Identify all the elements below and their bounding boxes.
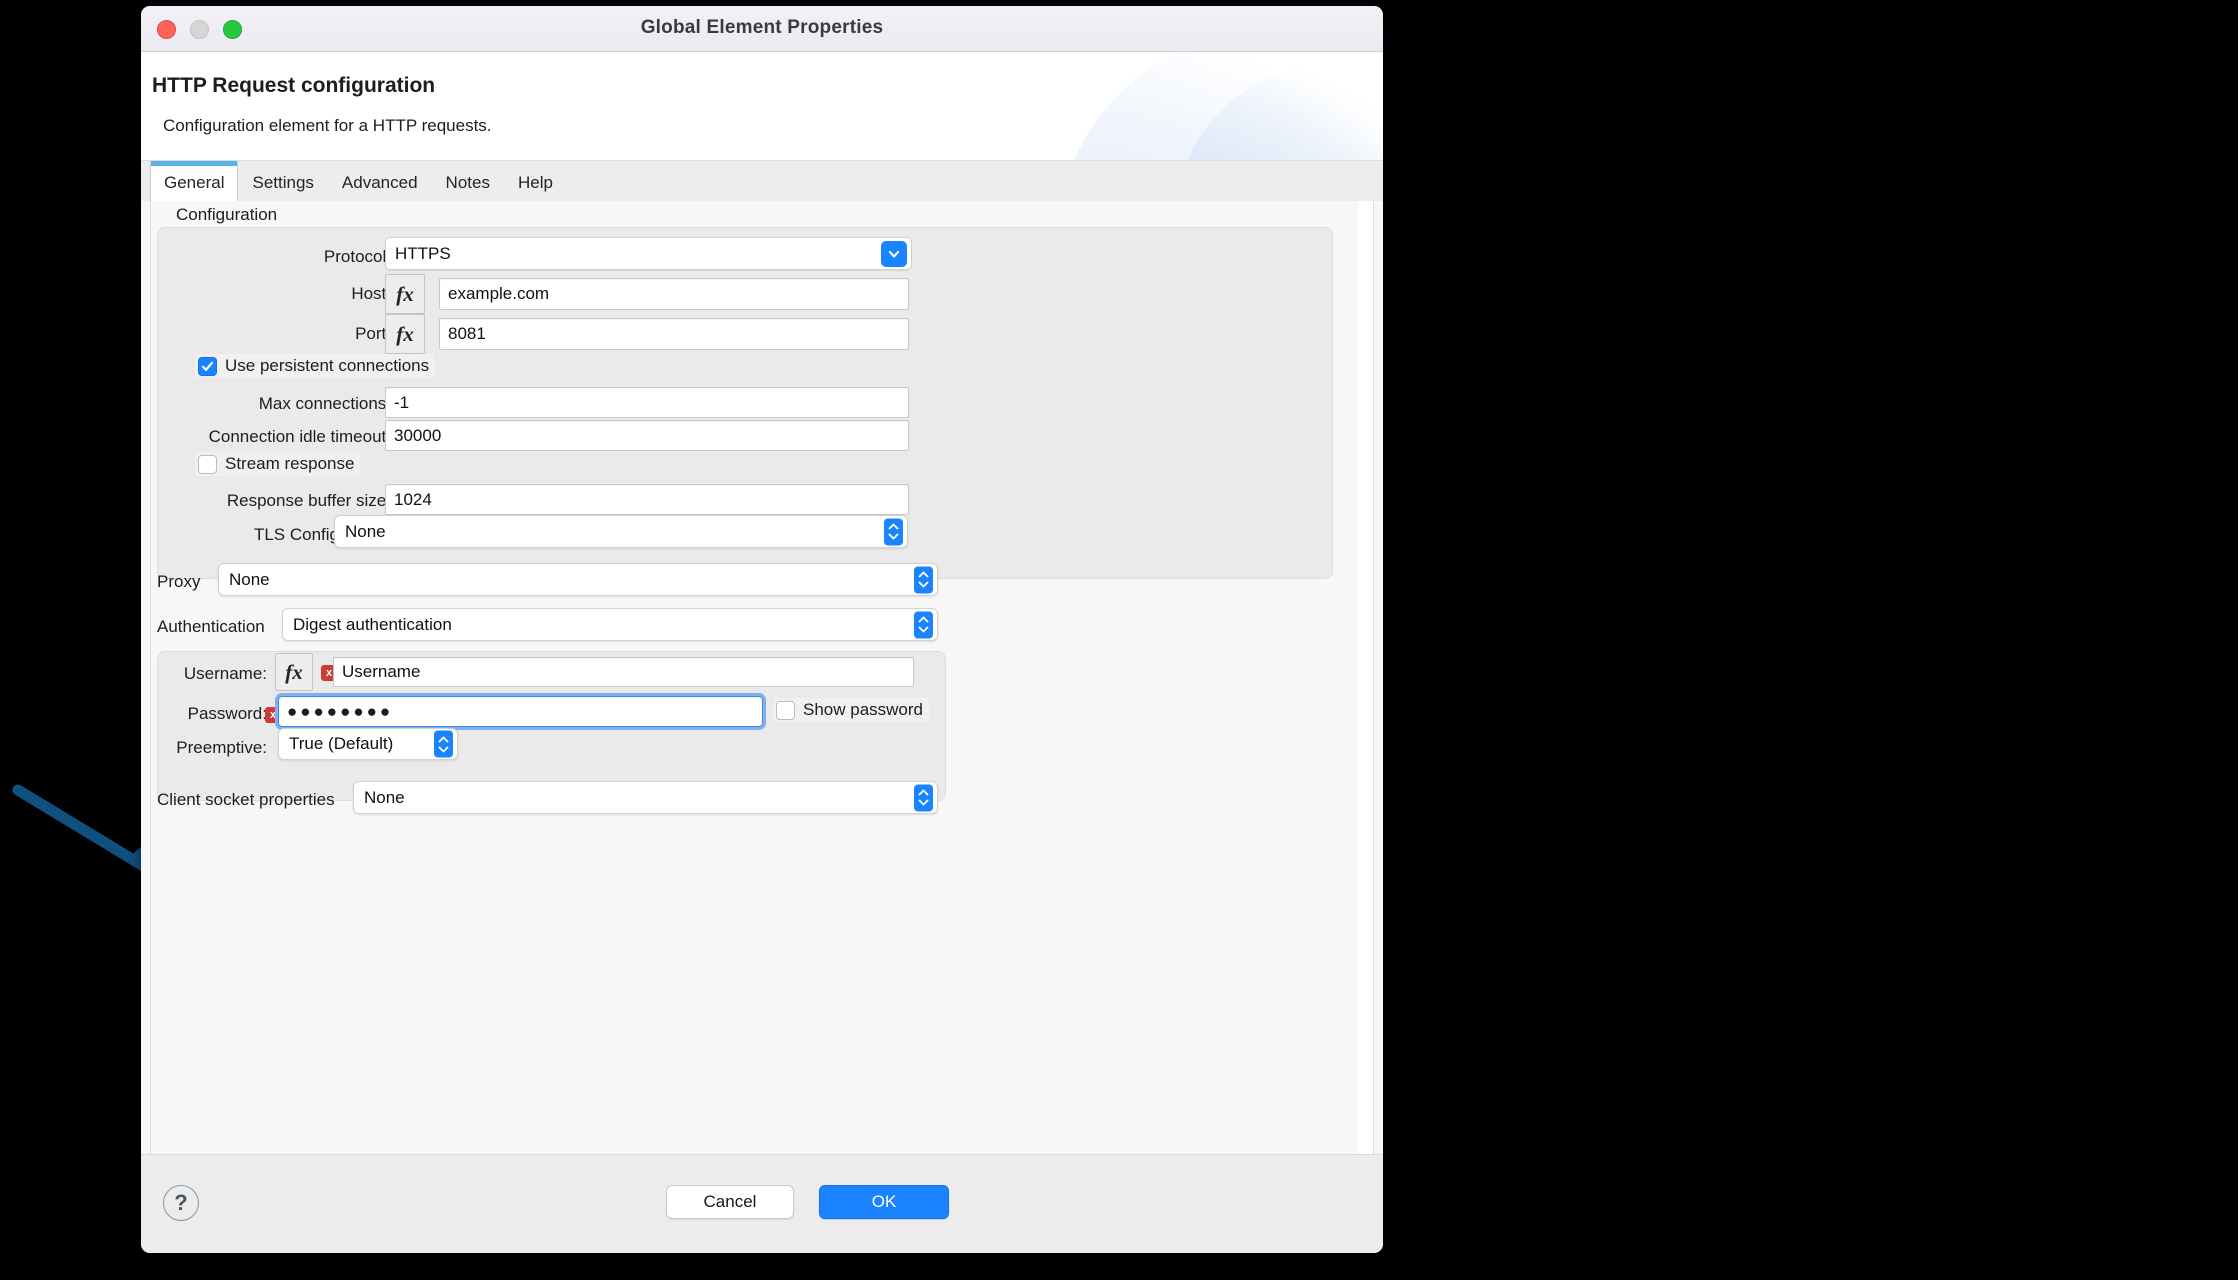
checkbox-unchecked-icon[interactable] [776,701,795,720]
protocol-select[interactable]: HTTPS [385,237,912,270]
tls-configuration-value: None [345,522,386,542]
authentication-select[interactable]: Digest authentication [282,608,938,641]
tab-general[interactable]: General [150,161,238,203]
vertical-scrollbar[interactable] [1358,201,1373,1154]
stream-response-checkbox-row[interactable]: Stream response [195,452,360,476]
username-expression-fx-button[interactable]: fx [275,653,313,691]
port-value: 8081 [448,324,486,344]
use-persistent-connections-checkbox-row[interactable]: Use persistent connections [195,354,435,378]
screenshot-stage: Global Element Properties HTTP Request c… [0,0,2238,1280]
chevron-up-down-icon[interactable] [914,566,933,593]
use-persistent-connections-label: Use persistent connections [225,356,429,376]
host-input[interactable]: example.com [439,278,909,310]
settings-scroll-pane[interactable]: Configuration Protocol: HTTPS Host: fx e… [150,201,1374,1155]
tls-configuration-select[interactable]: None [334,515,908,548]
checkbox-checked-icon[interactable] [198,357,217,376]
tab-notes[interactable]: Notes [432,161,504,203]
dialog-content: Configuration Protocol: HTTPS Host: fx e… [141,201,1383,1155]
username-input[interactable]: Username [333,657,914,687]
global-element-properties-window: Global Element Properties HTTP Request c… [141,6,1383,1253]
cancel-button[interactable]: Cancel [666,1185,794,1219]
authentication-value: Digest authentication [293,615,452,635]
tab-help[interactable]: Help [504,161,567,203]
proxy-value: None [229,570,270,590]
client-socket-properties-value: None [364,788,405,808]
chevron-up-down-icon[interactable] [884,518,903,545]
proxy-select[interactable]: None [218,563,938,596]
chevron-up-down-icon[interactable] [914,784,933,811]
port-input[interactable]: 8081 [439,318,909,350]
show-password-label: Show password [803,700,923,720]
protocol-value: HTTPS [395,244,451,264]
host-value: example.com [448,284,549,304]
chevron-up-down-icon[interactable] [914,611,933,638]
password-value: ●●●●●●●● [287,702,393,722]
username-label: Username: [157,664,267,684]
show-password-checkbox-row[interactable]: Show password [773,698,929,722]
tab-settings[interactable]: Settings [238,161,327,203]
ok-button[interactable]: OK [819,1185,949,1219]
max-connections-value: -1 [394,393,409,413]
max-connections-label: Max connections: [161,394,391,414]
protocol-label: Protocol: [161,247,391,267]
client-socket-properties-select[interactable]: None [353,781,938,814]
connection-idle-timeout-input[interactable]: 30000 [385,420,909,451]
chevron-up-down-icon[interactable] [434,731,453,758]
response-buffer-size-label: Response buffer size: [161,491,391,511]
chevron-down-icon[interactable] [881,241,907,267]
connection-idle-timeout-value: 30000 [394,426,441,446]
username-value: Username [342,662,420,682]
password-input[interactable]: ●●●●●●●● [278,696,763,727]
tab-advanced[interactable]: Advanced [328,161,432,203]
response-buffer-size-value: 1024 [394,490,432,510]
configuration-group-label: Configuration [176,205,277,225]
max-connections-input[interactable]: -1 [385,387,909,418]
host-expression-fx-button[interactable]: fx [385,274,425,314]
host-label: Host: [161,284,391,304]
port-label: Port: [161,324,391,344]
password-label: Password: [157,704,267,724]
preemptive-value: True (Default) [289,734,393,754]
tab-bar[interactable]: General Settings Advanced Notes Help [141,161,1383,204]
window-title: Global Element Properties [141,17,1383,39]
page-title: HTTP Request configuration [152,74,435,98]
preemptive-select[interactable]: True (Default) [278,728,458,760]
connection-idle-timeout-label: Connection idle timeout: [161,427,391,447]
window-titlebar: Global Element Properties [141,6,1383,52]
port-expression-fx-button[interactable]: fx [385,314,425,354]
preemptive-label: Preemptive: [157,738,267,758]
dialog-header: HTTP Request configuration Configuration… [141,52,1383,161]
page-subtitle: Configuration element for a HTTP request… [163,116,492,136]
stream-response-label: Stream response [225,454,354,474]
checkbox-unchecked-icon[interactable] [198,455,217,474]
response-buffer-size-input[interactable]: 1024 [385,484,909,515]
help-icon[interactable]: ? [163,1185,199,1221]
dialog-footer: ? Cancel OK [141,1154,1383,1253]
